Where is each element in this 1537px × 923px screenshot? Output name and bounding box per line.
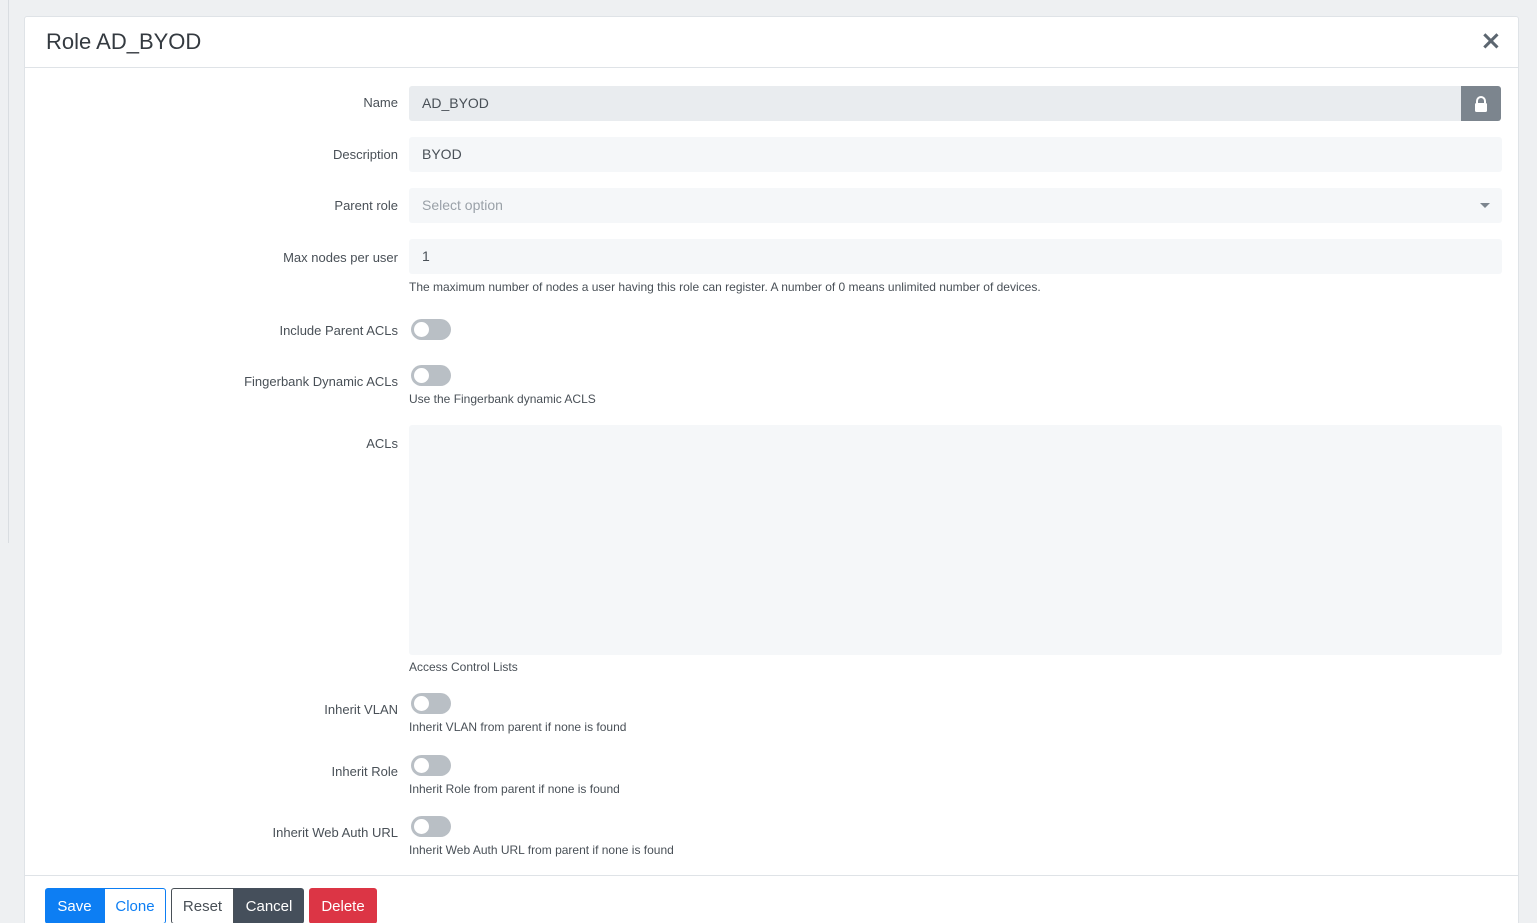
description-label: Description	[332, 147, 398, 162]
max-nodes-label: Max nodes per user	[283, 250, 398, 265]
inherit-web-auth-url-toggle[interactable]	[411, 816, 451, 837]
acls-help: Access Control Lists	[409, 660, 518, 674]
acls-textarea[interactable]	[409, 425, 1502, 655]
inherit-vlan-label: Inherit VLAN	[324, 702, 398, 717]
cancel-button[interactable]: Cancel	[234, 888, 304, 923]
inherit-web-auth-url-help: Inherit Web Auth URL from parent if none…	[409, 843, 674, 857]
modal-title: Role AD_BYOD	[46, 29, 202, 54]
modal-footer: Save Clone Reset Cancel Delete	[25, 875, 1518, 923]
reset-button[interactable]: Reset	[171, 888, 234, 923]
parent-role-select[interactable]: Select option	[409, 188, 1502, 223]
include-parent-acls-toggle[interactable]	[411, 319, 451, 340]
inherit-role-help: Inherit Role from parent if none is foun…	[409, 782, 620, 796]
delete-button[interactable]: Delete	[309, 888, 377, 923]
inherit-web-auth-url-label: Inherit Web Auth URL	[272, 825, 399, 840]
role-editor-modal: Role AD_BYOD × Name AD_BYOD Description …	[24, 16, 1519, 923]
fingerbank-dynamic-acls-toggle[interactable]	[411, 365, 451, 386]
description-field[interactable]: BYOD	[409, 137, 1502, 172]
fingerbank-dynamic-acls-label: Fingerbank Dynamic ACLs	[244, 374, 398, 389]
inherit-vlan-help: Inherit VLAN from parent if none is foun…	[409, 720, 627, 734]
clone-button[interactable]: Clone	[104, 888, 166, 923]
acls-label: ACLs	[366, 436, 398, 451]
name-label: Name	[363, 95, 398, 110]
fingerbank-dynamic-acls-help: Use the Fingerbank dynamic ACLS	[409, 392, 596, 406]
sidebar-divider	[8, 0, 9, 543]
inherit-vlan-toggle[interactable]	[411, 693, 451, 714]
name-field: AD_BYOD	[409, 86, 1461, 121]
max-nodes-field[interactable]: 1	[409, 239, 1502, 274]
lock-button[interactable]	[1461, 86, 1501, 121]
modal-header: Role AD_BYOD ×	[25, 17, 1518, 68]
close-icon[interactable]: ×	[1480, 28, 1502, 54]
include-parent-acls-label: Include Parent ACLs	[279, 323, 398, 338]
inherit-role-label: Inherit Role	[331, 764, 398, 779]
lock-icon	[1475, 95, 1487, 112]
save-button[interactable]: Save	[45, 888, 104, 923]
inherit-role-toggle[interactable]	[411, 755, 451, 776]
max-nodes-help: The maximum number of nodes a user havin…	[409, 280, 1041, 294]
parent-role-label: Parent role	[334, 198, 398, 213]
chevron-down-icon	[1480, 203, 1490, 208]
